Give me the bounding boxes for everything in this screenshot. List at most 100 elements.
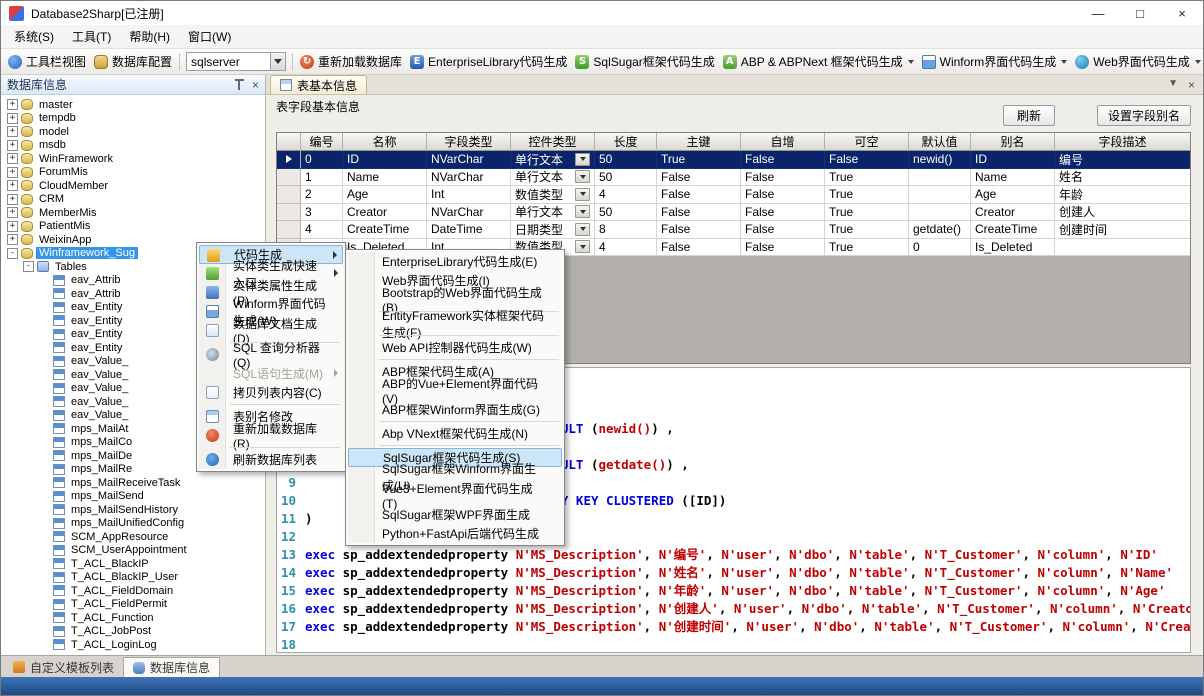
tree-item[interactable]: +PatientMis bbox=[1, 220, 265, 234]
context-menu-item[interactable]: SqlSugar框架WPF界面生成 bbox=[348, 505, 562, 524]
tree-item[interactable]: +msdb bbox=[1, 139, 265, 153]
column-header[interactable]: 名称 bbox=[343, 133, 427, 151]
column-header[interactable]: 字段类型 bbox=[427, 133, 511, 151]
tree-item[interactable]: mps_MailReceiveTask bbox=[1, 476, 265, 490]
pin-icon[interactable] bbox=[234, 79, 245, 90]
tree-expander-icon[interactable]: + bbox=[7, 207, 18, 218]
tree-expander-icon[interactable]: + bbox=[7, 180, 18, 191]
tree-item[interactable]: T_ACL_BlackIP_User bbox=[1, 571, 265, 585]
toolbar-button-label: SqlSugar框架代码生成 bbox=[593, 53, 714, 70]
database-type-combobox[interactable]: sqlserver bbox=[186, 52, 286, 71]
tree-item[interactable]: +model bbox=[1, 125, 265, 139]
context-menu-item[interactable]: SQL语句生成(M) bbox=[199, 364, 343, 383]
column-header[interactable]: 编号 bbox=[301, 133, 343, 151]
table-row[interactable]: 2AgeInt数值类型4FalseFalseTrueAge年龄 bbox=[277, 186, 1190, 204]
tree-expander-icon[interactable]: + bbox=[7, 153, 18, 164]
combo-dropdown-button[interactable] bbox=[270, 53, 285, 70]
dock-tab-template-list[interactable]: 自定义模板列表 bbox=[4, 657, 123, 677]
tree-item[interactable]: SCM_UserAppointment bbox=[1, 544, 265, 558]
context-menu-item[interactable]: ABP框架Winform界面生成(G) bbox=[348, 400, 562, 419]
tree-item[interactable]: T_ACL_LoginLog bbox=[1, 638, 265, 652]
tab-table-basic-info[interactable]: 表基本信息 bbox=[270, 75, 367, 94]
tree-expander-icon[interactable]: + bbox=[7, 113, 18, 124]
column-header[interactable]: 控件类型 bbox=[511, 133, 595, 151]
tree-item[interactable]: T_ACL_FieldDomain bbox=[1, 584, 265, 598]
column-header[interactable]: 字段描述 bbox=[1055, 133, 1191, 151]
tree-item[interactable]: +master bbox=[1, 98, 265, 112]
context-menu-item[interactable]: Web API控制器代码生成(W) bbox=[348, 338, 562, 357]
minimize-button[interactable]: — bbox=[1077, 1, 1119, 25]
close-button[interactable]: × bbox=[1161, 1, 1203, 25]
table-row[interactable]: 3CreatorNVarChar单行文本50FalseFalseTrueCrea… bbox=[277, 204, 1190, 222]
context-menu-item[interactable]: EntityFramework实体框架代码生成(F) bbox=[348, 314, 562, 333]
menubar-item[interactable]: 工具(T) bbox=[63, 25, 120, 48]
refresh-button[interactable]: 刷新 bbox=[1003, 105, 1055, 126]
column-header[interactable]: 可空 bbox=[825, 133, 909, 151]
context-menu-item[interactable]: ABP的Vue+Element界面代码(V) bbox=[348, 381, 562, 400]
toolbar-button[interactable]: EnterpriseLibrary代码生成 bbox=[406, 51, 571, 72]
column-header[interactable]: 别名 bbox=[971, 133, 1055, 151]
table-row[interactable]: 1NameNVarChar单行文本50FalseFalseTrueName姓名 bbox=[277, 169, 1190, 187]
tab-close-icon[interactable]: × bbox=[1188, 78, 1195, 92]
context-menu-item[interactable]: EnterpriseLibrary代码生成(E) bbox=[348, 252, 562, 271]
table-row[interactable]: 0IDNVarChar单行文本50TrueFalseFalsenewid()ID… bbox=[277, 151, 1190, 169]
context-menu-item[interactable]: 数据库文档生成(D) bbox=[199, 321, 343, 340]
tree-item[interactable]: SCM_AppResource bbox=[1, 530, 265, 544]
tree-expander-icon[interactable]: + bbox=[7, 194, 18, 205]
menubar-item[interactable]: 帮助(H) bbox=[120, 25, 179, 48]
tree-item[interactable]: mps_MailSendHistory bbox=[1, 503, 265, 517]
context-menu-item[interactable]: Python+FastApi后端代码生成 bbox=[348, 524, 562, 543]
tree-expander-icon[interactable]: + bbox=[7, 126, 18, 137]
control-type-dropdown-button[interactable] bbox=[575, 153, 590, 166]
context-menu-item[interactable]: 重新加载数据库(R) bbox=[199, 426, 343, 445]
column-header[interactable]: 长度 bbox=[595, 133, 657, 151]
context-menu-item[interactable]: Vue3+Element界面代码生成(T) bbox=[348, 486, 562, 505]
tree-expander-icon[interactable]: + bbox=[7, 99, 18, 110]
tree-expander-icon[interactable]: + bbox=[7, 221, 18, 232]
column-header[interactable]: 默认值 bbox=[909, 133, 971, 151]
column-header[interactable]: 主键 bbox=[657, 133, 741, 151]
dock-tab-database-info[interactable]: 数据库信息 bbox=[123, 657, 220, 677]
tree-item[interactable]: +WinFramework bbox=[1, 152, 265, 166]
maximize-button[interactable]: □ bbox=[1119, 1, 1161, 25]
toolbar-button[interactable]: Winform界面代码生成 bbox=[918, 51, 1072, 72]
control-type-dropdown-button[interactable] bbox=[575, 223, 590, 236]
toolbar-button[interactable]: ABP & ABPNext 框架代码生成 bbox=[719, 51, 918, 72]
control-type-dropdown-button[interactable] bbox=[575, 170, 590, 183]
tree-item[interactable]: +MemberMis bbox=[1, 206, 265, 220]
tree-item[interactable]: +CRM bbox=[1, 193, 265, 207]
toolbar-button[interactable]: Web界面代码生成 bbox=[1071, 51, 1203, 72]
tree-expander-icon[interactable]: + bbox=[7, 167, 18, 178]
tree-item[interactable]: +tempdb bbox=[1, 112, 265, 126]
control-type-dropdown-button[interactable] bbox=[575, 205, 590, 218]
control-type-dropdown-button[interactable] bbox=[575, 188, 590, 201]
tree-item[interactable]: T_ACL_FieldPermit bbox=[1, 598, 265, 612]
toolbar-button[interactable]: SqlSugar框架代码生成 bbox=[571, 51, 718, 72]
table-row[interactable]: 4CreateTimeDateTime日期类型8FalseFalseTruege… bbox=[277, 221, 1190, 239]
tree-expander-icon[interactable]: - bbox=[23, 261, 34, 272]
control-type-dropdown-button[interactable] bbox=[575, 240, 590, 253]
context-menu-item[interactable]: 刷新数据库列表 bbox=[199, 450, 343, 469]
context-menu-item[interactable]: 拷贝列表内容(C) bbox=[199, 383, 343, 402]
tree-expander-icon[interactable]: + bbox=[7, 234, 18, 245]
tree-item[interactable]: mps_MailSend bbox=[1, 490, 265, 504]
tree-item[interactable]: T_ACL_Function bbox=[1, 611, 265, 625]
toolbar-button[interactable]: 数据库配置 bbox=[90, 51, 176, 72]
menubar-item[interactable]: 窗口(W) bbox=[179, 25, 240, 48]
tree-item[interactable]: +CloudMember bbox=[1, 179, 265, 193]
toolbar-button[interactable]: 工具栏视图 bbox=[4, 51, 90, 72]
tree-expander-icon[interactable]: - bbox=[7, 248, 18, 259]
context-menu-item[interactable]: Abp VNext框架代码生成(N) bbox=[348, 424, 562, 443]
context-menu-item[interactable]: SQL 查询分析器(Q) bbox=[199, 345, 343, 364]
column-header[interactable]: 自增 bbox=[741, 133, 825, 151]
tree-item[interactable]: T_ACL_JobPost bbox=[1, 625, 265, 639]
panel-close-icon[interactable]: × bbox=[252, 79, 259, 91]
set-field-alias-button[interactable]: 设置字段别名 bbox=[1097, 105, 1191, 126]
tree-item[interactable]: mps_MailUnifiedConfig bbox=[1, 517, 265, 531]
tree-expander-icon[interactable]: + bbox=[7, 140, 18, 151]
menubar-item[interactable]: 系统(S) bbox=[5, 25, 63, 48]
tree-item[interactable]: T_ACL_BlackIP bbox=[1, 557, 265, 571]
tab-list-dropdown-icon[interactable]: ▼ bbox=[1168, 78, 1178, 92]
toolbar-button[interactable]: 重新加载数据库 bbox=[296, 51, 406, 72]
tree-item[interactable]: +ForumMis bbox=[1, 166, 265, 180]
